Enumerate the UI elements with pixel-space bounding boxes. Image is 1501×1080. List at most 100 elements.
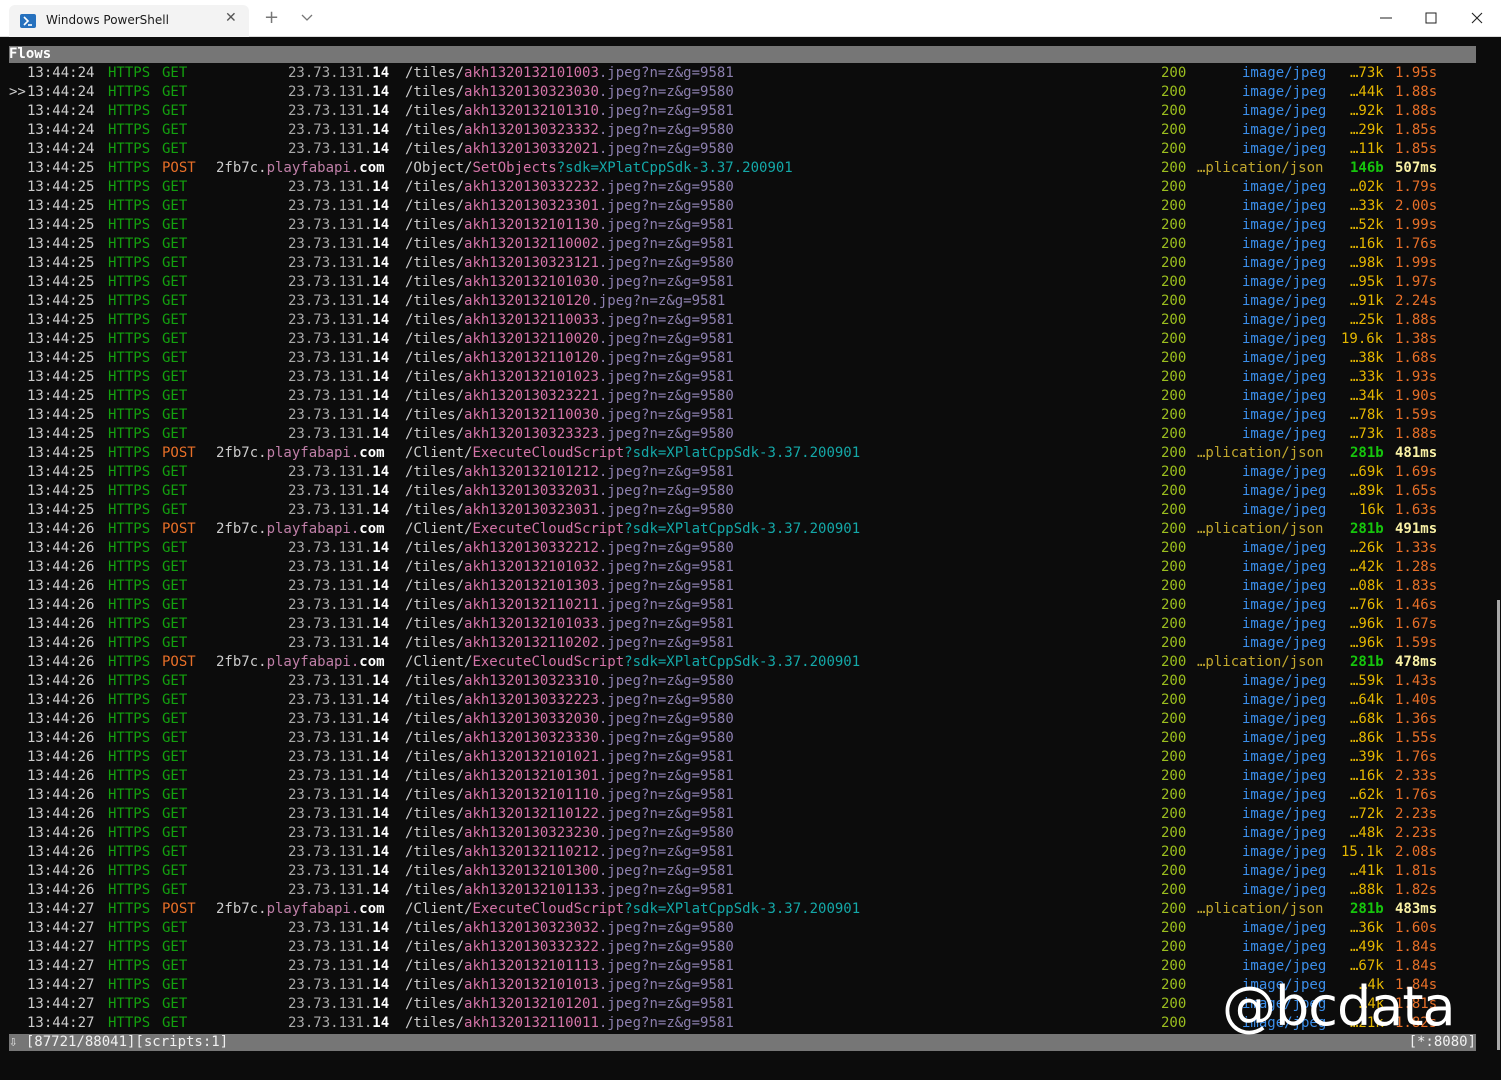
flow-time: 13:44:27: [27, 977, 95, 993]
flow-time: 13:44:24: [27, 65, 95, 81]
flow-method: GET: [162, 65, 188, 81]
flow-row[interactable]: 13:44:26 HTTPS GET 23.73.131.14/tiles/akh13…: [9, 843, 1476, 862]
flow-time: 13:44:27: [27, 901, 95, 917]
minimize-icon[interactable]: [1376, 8, 1396, 28]
flow-row[interactable]: 13:44:26 HTTPS GET 23.73.131.14/tiles/akh13…: [9, 824, 1476, 843]
scrollbar-thumb[interactable]: [1497, 600, 1500, 1050]
flow-row[interactable]: 13:44:25 HTTPS GET 23.73.131.14/tiles/akh13…: [9, 425, 1476, 444]
flow-size: …41k: [1350, 863, 1384, 879]
flow-row[interactable]: 13:44:25 HTTPS GET 23.73.131.14/tiles/akh13…: [9, 235, 1476, 254]
flow-duration: 2.08s: [1395, 844, 1438, 860]
maximize-icon[interactable]: [1421, 8, 1441, 28]
flow-row[interactable]: 13:44:25 HTTPS GET 23.73.131.14/tiles/akh13…: [9, 254, 1476, 273]
flow-method: GET: [162, 388, 188, 404]
flow-content-type: image/jpeg: [1242, 540, 1327, 556]
flow-row[interactable]: 13:44:26 HTTPS GET 23.73.131.14/tiles/akh13…: [9, 539, 1476, 558]
tab-close-icon[interactable]: ✕: [225, 10, 237, 26]
flow-method: GET: [162, 996, 188, 1012]
flow-row[interactable]: 13:44:27 HTTPS POST 2fb7c.playfabapi.com/Cl…: [9, 900, 1476, 919]
flow-row[interactable]: 13:44:27 HTTPS GET 23.73.131.14/tiles/akh13…: [9, 919, 1476, 938]
flow-host: 23.73.131.14: [288, 103, 390, 119]
flow-row[interactable]: 13:44:27 HTTPS GET 23.73.131.14/tiles/akh13…: [9, 957, 1476, 976]
flow-status: 200: [1161, 616, 1187, 632]
flow-row[interactable]: 13:44:25 HTTPS POST 2fb7c.playfabapi.com/Ob…: [9, 159, 1476, 178]
flow-row[interactable]: 13:44:25 HTTPS GET 23.73.131.14/tiles/akh13…: [9, 330, 1476, 349]
flow-scheme: HTTPS: [108, 863, 151, 879]
flow-row[interactable]: 13:44:25 HTTPS GET 23.73.131.14/tiles/akh13…: [9, 463, 1476, 482]
flow-host: 23.73.131.14: [288, 844, 390, 860]
flow-path: /tiles/akh1320130323301.jpeg?n=z&g=9580: [405, 198, 734, 214]
flow-scheme: HTTPS: [108, 844, 151, 860]
flow-row[interactable]: 13:44:26 HTTPS GET 23.73.131.14/tiles/akh13…: [9, 881, 1476, 900]
flow-path: /tiles/akh1320132110011.jpeg?n=z&g=9581: [405, 1015, 734, 1031]
flow-row[interactable]: 13:44:25 HTTPS GET 23.73.131.14/tiles/akh13…: [9, 368, 1476, 387]
flow-duration: 1.79s: [1395, 179, 1438, 195]
flow-host: 23.73.131.14: [288, 350, 390, 366]
flow-row[interactable]: 13:44:24 HTTPS GET 23.73.131.14/tiles/akh13…: [9, 121, 1476, 140]
flow-row[interactable]: 13:44:26 HTTPS GET 23.73.131.14/tiles/akh13…: [9, 767, 1476, 786]
new-tab-button[interactable]: +: [264, 7, 279, 28]
flow-duration: 1.81s: [1395, 863, 1438, 879]
flow-duration: 1.85s: [1395, 122, 1438, 138]
flow-method: GET: [162, 749, 188, 765]
flow-row[interactable]: 13:44:26 HTTPS POST 2fb7c.playfabapi.com/Cl…: [9, 653, 1476, 672]
flow-list[interactable]: 13:44:24 HTTPS GET 23.73.131.14/tiles/akh13…: [9, 64, 1476, 1033]
flow-row[interactable]: 13:44:26 HTTPS GET 23.73.131.14/tiles/akh13…: [9, 691, 1476, 710]
flow-row[interactable]: 13:44:25 HTTPS GET 23.73.131.14/tiles/akh13…: [9, 292, 1476, 311]
flow-scheme: HTTPS: [108, 103, 151, 119]
flow-time: 13:44:26: [27, 521, 95, 537]
flow-row[interactable]: 13:44:26 HTTPS POST 2fb7c.playfabapi.com/Cl…: [9, 520, 1476, 539]
flow-scheme: HTTPS: [108, 84, 151, 100]
tab-windows-powershell[interactable]: Windows PowerShell ✕: [9, 5, 249, 37]
flow-size: …49k: [1350, 939, 1384, 955]
flow-row[interactable]: 13:44:25 HTTPS GET 23.73.131.14/tiles/akh13…: [9, 349, 1476, 368]
flow-time: 13:44:25: [27, 179, 95, 195]
flow-row[interactable]: 13:44:26 HTTPS GET 23.73.131.14/tiles/akh13…: [9, 596, 1476, 615]
flow-path: /tiles/akh1320132101110.jpeg?n=z&g=9581: [405, 787, 734, 803]
flow-row[interactable]: 13:44:25 HTTPS GET 23.73.131.14/tiles/akh13…: [9, 311, 1476, 330]
flow-duration: 1.76s: [1395, 787, 1438, 803]
close-icon[interactable]: [1467, 8, 1487, 28]
flow-row[interactable]: 13:44:26 HTTPS GET 23.73.131.14/tiles/akh13…: [9, 748, 1476, 767]
flow-content-type: image/jpeg: [1242, 483, 1327, 499]
flow-duration: 1.88s: [1395, 103, 1438, 119]
flow-path: /Client/ExecuteCloudScript?sdk=XPlatCppS…: [405, 654, 861, 670]
flow-row[interactable]: 13:44:25 HTTPS GET 23.73.131.14/tiles/akh13…: [9, 482, 1476, 501]
flow-row[interactable]: 13:44:25 HTTPS GET 23.73.131.14/tiles/akh13…: [9, 273, 1476, 292]
flow-row[interactable]: 13:44:25 HTTPS GET 23.73.131.14/tiles/akh13…: [9, 501, 1476, 520]
flow-row[interactable]: 13:44:25 HTTPS GET 23.73.131.14/tiles/akh13…: [9, 406, 1476, 425]
flow-path: /tiles/akh1320132110120.jpeg?n=z&g=9581: [405, 350, 734, 366]
flow-row[interactable]: 13:44:26 HTTPS GET 23.73.131.14/tiles/akh13…: [9, 786, 1476, 805]
flow-status: 200: [1161, 255, 1187, 271]
flow-time: 13:44:26: [27, 787, 95, 803]
flow-method: GET: [162, 920, 188, 936]
flow-row[interactable]: 13:44:25 HTTPS GET 23.73.131.14/tiles/akh13…: [9, 178, 1476, 197]
chevron-down-icon[interactable]: [300, 10, 314, 24]
flow-row[interactable]: 13:44:26 HTTPS GET 23.73.131.14/tiles/akh13…: [9, 558, 1476, 577]
flow-row[interactable]: 13:44:26 HTTPS GET 23.73.131.14/tiles/akh13…: [9, 729, 1476, 748]
flow-row[interactable]: 13:44:26 HTTPS GET 23.73.131.14/tiles/akh13…: [9, 634, 1476, 653]
flow-row[interactable]: 13:44:24 HTTPS GET 23.73.131.14/tiles/akh13…: [9, 140, 1476, 159]
flow-method: GET: [162, 787, 188, 803]
flow-content-type: image/jpeg: [1242, 255, 1327, 271]
flow-row[interactable]: 13:44:26 HTTPS GET 23.73.131.14/tiles/akh13…: [9, 577, 1476, 596]
flow-row[interactable]: 13:44:24 HTTPS GET 23.73.131.14/tiles/akh13…: [9, 64, 1476, 83]
flow-row[interactable]: 13:44:25 HTTPS GET 23.73.131.14/tiles/akh13…: [9, 216, 1476, 235]
flow-row[interactable]: 13:44:25 HTTPS POST 2fb7c.playfabapi.com/Cl…: [9, 444, 1476, 463]
flow-status: 200: [1161, 730, 1187, 746]
flow-size: …33k: [1350, 198, 1384, 214]
flow-duration: 2.33s: [1395, 768, 1438, 784]
flow-row[interactable]: 13:44:25 HTTPS GET 23.73.131.14/tiles/akh13…: [9, 197, 1476, 216]
flow-time: 13:44:26: [27, 882, 95, 898]
terminal[interactable]: Flows 13:44:24 HTTPS GET 23.73.131.14/tiles…: [0, 37, 1501, 1080]
flow-row[interactable]: 13:44:25 HTTPS GET 23.73.131.14/tiles/akh13…: [9, 387, 1476, 406]
flow-row[interactable]: 13:44:24 HTTPS GET 23.73.131.14/tiles/akh13…: [9, 102, 1476, 121]
flow-status: 200: [1161, 597, 1187, 613]
flow-row[interactable]: 13:44:26 HTTPS GET 23.73.131.14/tiles/akh13…: [9, 710, 1476, 729]
flow-row[interactable]: 13:44:26 HTTPS GET 23.73.131.14/tiles/akh13…: [9, 672, 1476, 691]
flow-row[interactable]: 13:44:26 HTTPS GET 23.73.131.14/tiles/akh13…: [9, 615, 1476, 634]
flow-row[interactable]: >> 13:44:24 HTTPS GET 23.73.131.14/tiles/akh…: [9, 83, 1476, 102]
flow-row[interactable]: 13:44:26 HTTPS GET 23.73.131.14/tiles/akh13…: [9, 805, 1476, 824]
flow-row[interactable]: 13:44:27 HTTPS GET 23.73.131.14/tiles/akh13…: [9, 938, 1476, 957]
flow-row[interactable]: 13:44:26 HTTPS GET 23.73.131.14/tiles/akh13…: [9, 862, 1476, 881]
